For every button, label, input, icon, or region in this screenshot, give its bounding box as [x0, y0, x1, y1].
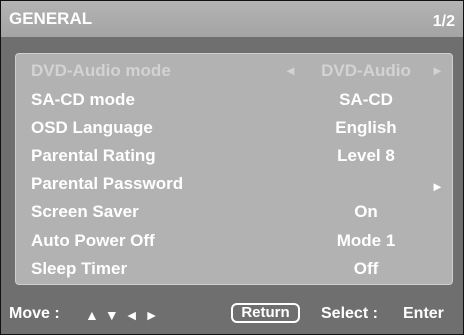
enter-label: Enter — [403, 305, 444, 322]
menu-item-sleep-timer[interactable]: Sleep Timer Off — [16, 256, 452, 282]
return-button[interactable]: Return — [231, 303, 300, 323]
menu-item-value: SA-CD — [339, 90, 393, 109]
left-arrow-icon[interactable]: ◄ — [284, 63, 297, 78]
menu-item-auto-power-off[interactable]: Auto Power Off Mode 1 — [16, 228, 452, 254]
menu-footer: Move : ▲▼◄► Return Select : Enter — [1, 291, 463, 334]
menu-header: GENERAL 1/2 — [1, 1, 463, 37]
settings-panel: DVD-Audio mode ◄ DVD-Audio ► SA-CD mode … — [15, 53, 453, 285]
menu-item-label: Parental Rating — [31, 146, 156, 165]
menu-item-parental-rating[interactable]: Parental Rating Level 8 — [16, 143, 452, 169]
right-arrow-icon[interactable]: ► — [431, 179, 444, 194]
menu-item-value: Level 8 — [337, 146, 395, 165]
menu-item-label: Sleep Timer — [31, 259, 128, 278]
menu-item-label: Screen Saver — [31, 202, 139, 221]
menu-item-label: Auto Power Off — [31, 231, 155, 250]
menu-item-parental-password[interactable]: Parental Password ► — [16, 171, 452, 197]
navigation-arrows-icon: ▲▼◄► — [85, 307, 165, 323]
menu-item-label: OSD Language — [31, 118, 153, 137]
page-indicator: 1/2 — [432, 13, 455, 30]
select-label: Select : — [321, 305, 378, 322]
menu-item-label: Parental Password — [31, 174, 184, 193]
move-label: Move : — [9, 305, 60, 322]
menu-item-label: DVD-Audio mode — [31, 61, 171, 80]
osd-screen: GENERAL 1/2 DVD-Audio mode ◄ DVD-Audio ►… — [0, 0, 464, 335]
menu-title: GENERAL — [9, 9, 93, 28]
menu-item-value: Mode 1 — [336, 231, 396, 250]
menu-item-value: English — [335, 118, 397, 137]
menu-item-screen-saver[interactable]: Screen Saver On — [16, 199, 452, 225]
menu-item-value: DVD-Audio — [321, 61, 411, 80]
menu-item-osd-language[interactable]: OSD Language English — [16, 115, 452, 141]
menu-item-sa-cd-mode[interactable]: SA-CD mode SA-CD — [16, 87, 452, 113]
menu-item-value: Off — [353, 259, 379, 278]
menu-item-dvd-audio-mode[interactable]: DVD-Audio mode ◄ DVD-Audio ► — [16, 58, 452, 84]
menu-item-value: On — [354, 202, 378, 221]
right-arrow-icon[interactable]: ► — [431, 63, 444, 78]
menu-item-label: SA-CD mode — [31, 90, 135, 109]
